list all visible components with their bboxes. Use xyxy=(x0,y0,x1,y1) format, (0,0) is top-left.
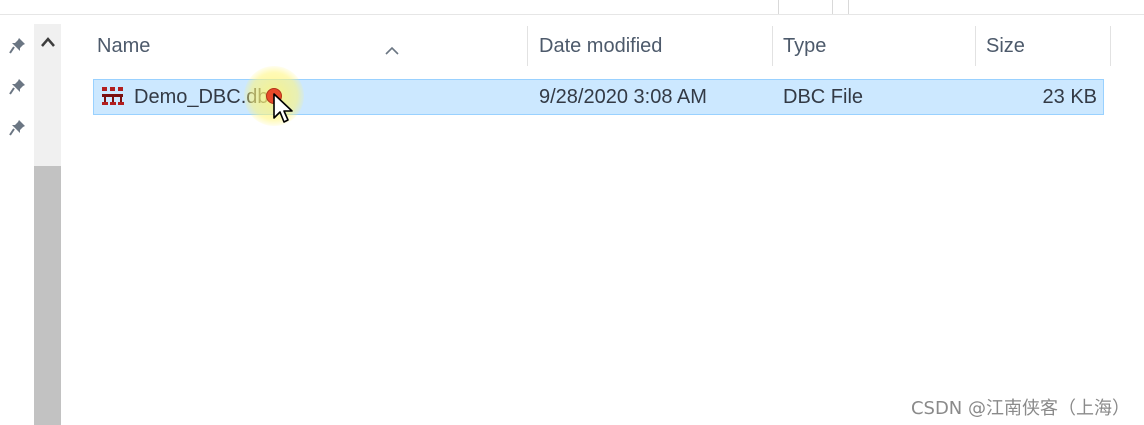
file-date-modified: 9/28/2020 3:08 AM xyxy=(539,85,707,108)
column-header-name-label: Name xyxy=(97,34,151,57)
column-header-size-label: Size xyxy=(986,34,1025,57)
chevron-up-icon xyxy=(40,37,55,47)
pin-icon[interactable] xyxy=(9,77,27,95)
window-top-strip xyxy=(0,0,1144,15)
vertical-scrollbar[interactable] xyxy=(34,24,61,425)
dbc-file-icon xyxy=(102,87,124,105)
file-name[interactable]: Demo_DBC.dbc xyxy=(134,80,279,114)
scrollbar-thumb[interactable] xyxy=(34,166,61,425)
watermark-text: CSDN @江南侠客（上海） xyxy=(910,398,1130,419)
file-type: DBC File xyxy=(783,85,864,108)
column-header-date-label: Date modified xyxy=(539,34,663,57)
sort-ascending-icon xyxy=(385,46,399,55)
pin-icon[interactable] xyxy=(9,118,27,136)
column-header-row: Name Date modified Type Size xyxy=(84,24,1114,68)
pin-icon[interactable] xyxy=(9,36,27,54)
column-divider[interactable] xyxy=(975,26,976,66)
column-header-type[interactable]: Type xyxy=(783,24,973,68)
toolbar-divider xyxy=(832,0,833,14)
quick-access-gutter xyxy=(0,24,34,425)
toolbar-divider xyxy=(848,0,849,14)
column-divider[interactable] xyxy=(772,26,773,66)
column-header-name[interactable]: Name xyxy=(97,24,527,68)
file-size: 23 KB xyxy=(1042,85,1097,108)
column-divider[interactable] xyxy=(1110,26,1111,66)
file-explorer-window: Name Date modified Type Size Demo_DBC.db… xyxy=(0,0,1144,425)
column-divider[interactable] xyxy=(527,26,528,66)
scroll-up-button[interactable] xyxy=(34,24,61,60)
column-header-type-label: Type xyxy=(783,34,827,57)
toolbar-divider xyxy=(778,0,779,14)
column-header-size[interactable]: Size xyxy=(986,24,1106,68)
file-row[interactable]: Demo_DBC.dbc 9/28/2020 3:08 AM DBC File … xyxy=(93,79,1104,115)
column-header-date-modified[interactable]: Date modified xyxy=(539,24,769,68)
